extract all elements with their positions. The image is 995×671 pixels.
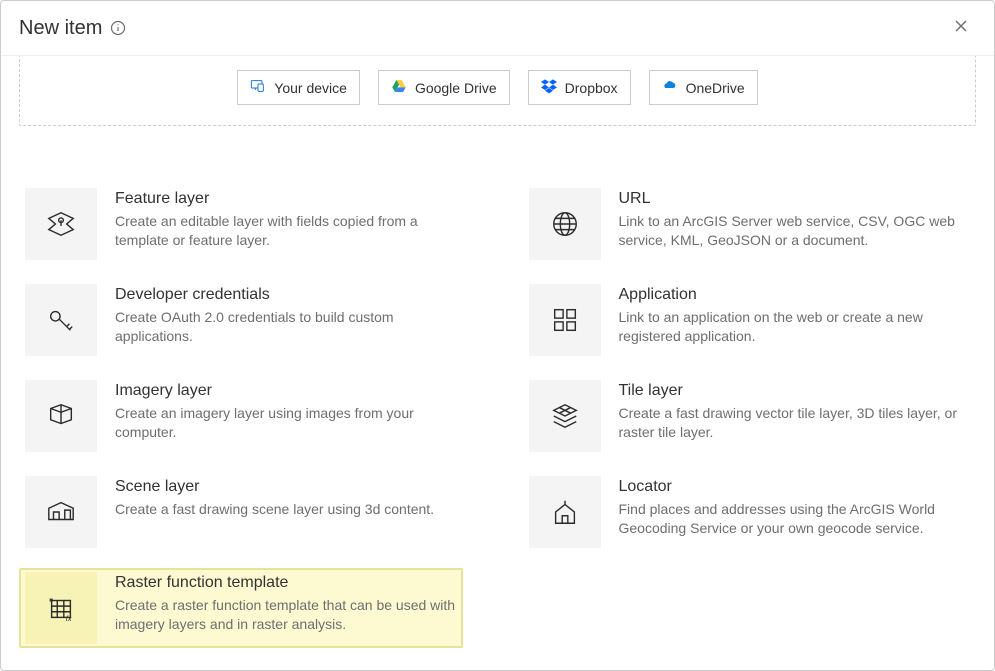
close-icon [954,20,968,37]
item-title: Developer credentials [115,286,457,304]
item-url[interactable]: URL Link to an ArcGIS Server web service… [523,184,967,264]
onedrive-icon [662,78,678,97]
source-label: OneDrive [686,80,745,96]
item-body: Application Link to an application on th… [619,284,961,356]
item-desc: Create a raster function template that c… [115,596,457,634]
source-label: Your device [274,80,347,96]
svg-text:fx: fx [66,614,72,623]
url-icon [529,188,601,260]
close-button[interactable] [946,15,976,41]
application-icon [529,284,601,356]
item-title: Feature layer [115,190,457,208]
source-your-device[interactable]: Your device [237,70,360,105]
item-body: Raster function template Create a raster… [115,572,457,644]
item-body: Developer credentials Create OAuth 2.0 c… [115,284,457,356]
source-dropbox[interactable]: Dropbox [528,70,631,105]
upload-sources: Your device Google Drive [19,56,976,126]
modal-body: Your device Google Drive [1,56,994,666]
item-developer-credentials[interactable]: Developer credentials Create OAuth 2.0 c… [19,280,463,360]
item-desc: Find places and addresses using the ArcG… [619,500,961,538]
item-title: Scene layer [115,478,434,496]
item-desc: Create a fast drawing scene layer using … [115,500,434,519]
info-icon[interactable] [110,20,126,36]
source-onedrive[interactable]: OneDrive [649,70,758,105]
item-title: URL [619,190,961,208]
empty-cell [523,568,967,648]
source-label: Google Drive [415,80,497,96]
item-feature-layer[interactable]: Feature layer Create an editable layer w… [19,184,463,264]
item-desc: Link to an ArcGIS Server web service, CS… [619,212,961,250]
item-title: Locator [619,478,961,496]
item-desc: Create an editable layer with fields cop… [115,212,457,250]
item-raster-function-template[interactable]: fx Raster function template Create a ras… [19,568,463,648]
item-desc: Link to an application on the web or cre… [619,308,961,346]
source-label: Dropbox [565,80,618,96]
item-body: Locator Find places and addresses using … [619,476,961,548]
item-desc: Create an imagery layer using images fro… [115,404,457,442]
modal-header: New item [1,1,994,56]
key-icon [25,284,97,356]
imagery-layer-icon [25,380,97,452]
item-imagery-layer[interactable]: Imagery layer Create an imagery layer us… [19,376,463,456]
locator-icon [529,476,601,548]
item-body: Imagery layer Create an imagery layer us… [115,380,457,452]
new-item-modal: New item [0,0,995,671]
item-tile-layer[interactable]: Tile layer Create a fast drawing vector … [523,376,967,456]
item-title: Raster function template [115,574,457,592]
source-google-drive[interactable]: Google Drive [378,70,510,105]
item-desc: Create OAuth 2.0 credentials to build cu… [115,308,457,346]
raster-function-icon: fx [25,572,97,644]
google-drive-icon [391,78,407,97]
device-icon [250,78,266,97]
item-desc: Create a fast drawing vector tile layer,… [619,404,961,442]
item-type-grid: Feature layer Create an editable layer w… [19,184,976,648]
item-title: Imagery layer [115,382,457,400]
item-body: Scene layer Create a fast drawing scene … [115,476,434,548]
item-title: Application [619,286,961,304]
modal-title-text: New item [19,17,102,40]
item-locator[interactable]: Locator Find places and addresses using … [523,472,967,552]
modal-title: New item [19,17,126,40]
dropbox-icon [541,78,557,97]
item-application[interactable]: Application Link to an application on th… [523,280,967,360]
item-body: Tile layer Create a fast drawing vector … [619,380,961,452]
scene-layer-icon [25,476,97,548]
feature-layer-icon [25,188,97,260]
item-body: URL Link to an ArcGIS Server web service… [619,188,961,260]
item-title: Tile layer [619,382,961,400]
tile-layer-icon [529,380,601,452]
item-body: Feature layer Create an editable layer w… [115,188,457,260]
item-scene-layer[interactable]: Scene layer Create a fast drawing scene … [19,472,463,552]
